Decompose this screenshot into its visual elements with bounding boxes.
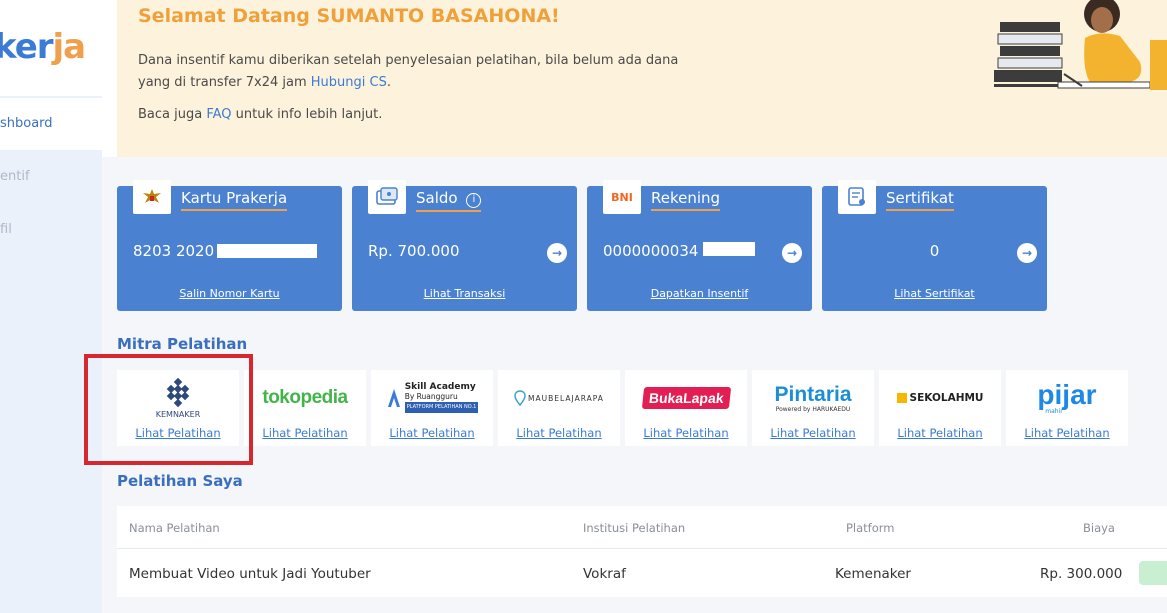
table-divider [117, 548, 1167, 549]
faq-text: Baca juga FAQ untuk info lebih lanjut. [138, 107, 382, 122]
faq-link[interactable]: FAQ [206, 107, 231, 122]
lihat-pelatihan-link[interactable]: Lihat Pelatihan [244, 426, 366, 440]
partner-sekolahmu[interactable]: SEKOLAHMU Lihat Pelatihan [879, 370, 1001, 446]
tokopedia-logo: tokopedia [244, 374, 366, 422]
arrow-right-icon[interactable]: → [1017, 243, 1037, 263]
sidebar-item-label: entif [0, 169, 30, 184]
lihat-pelatihan-link[interactable]: Lihat Pelatihan [879, 426, 1001, 440]
welcome-text: Dana insentif kamu diberikan setelah pen… [138, 50, 698, 94]
redaction-mask [217, 244, 317, 258]
cell-platform: Kemenaker [835, 566, 911, 582]
pintaria-logo: Pintaria Powered by HARUKAEDU [752, 374, 874, 422]
partner-name: tokopedia [262, 387, 348, 408]
maubelajarapa-logo: MAUBELAJARAPA [498, 374, 620, 422]
studying-illustration [994, 0, 1167, 90]
partner-bukalapak[interactable]: BukaLapak Lihat Pelatihan [625, 370, 747, 446]
sidebar-item-insentif[interactable]: entif [0, 151, 102, 203]
partner-tokopedia[interactable]: tokopedia Lihat Pelatihan [244, 370, 366, 446]
column-header-platform: Platform [846, 521, 895, 535]
welcome-text-line2: yang di transfer 7x24 jam [138, 75, 311, 90]
certificate-icon [838, 180, 876, 214]
card-title: Sertifikat [886, 189, 954, 211]
lihat-pelatihan-link[interactable]: Lihat Pelatihan [498, 426, 620, 440]
card-kartu-prakerja: Kartu Prakerja 8203 2020 45 Salin Nomor … [117, 180, 342, 311]
partner-skill-academy[interactable]: Skill Academy By Ruangguru PLATFORM PELA… [371, 370, 493, 446]
column-header-nama: Nama Pelatihan [129, 521, 220, 535]
partner-name: pijar [1037, 378, 1097, 410]
salin-nomor-kartu-link[interactable]: Salin Nomor Kartu [117, 287, 342, 300]
logo-text-accent: ja [52, 27, 87, 67]
partner-name: BukaLapak [641, 387, 731, 409]
lihat-pelatihan-link[interactable]: Lihat Pelatihan [625, 426, 747, 440]
card-title: Rekening [651, 189, 721, 211]
faq-text-pre: Baca juga [138, 107, 207, 122]
partner-sub: By Ruangguru [404, 392, 458, 401]
card-sertifikat: Sertifikat 0 → Lihat Sertifikat [822, 180, 1047, 311]
faq-text-post: untuk info lebih lanjut. [231, 107, 383, 122]
logo-text: ker [0, 27, 54, 67]
partner-name: SEKOLAHMU [909, 392, 984, 404]
welcome-title: Selamat Datang SUMANTO BASAHONA! [138, 5, 560, 27]
welcome-text-period: . [386, 75, 391, 90]
partner-name: Skill Academy [404, 382, 476, 392]
lihat-pelatihan-link[interactable]: Lihat Pelatihan [371, 426, 493, 440]
pelatihan-table: Nama Pelatihan Institusi Pelatihan Platf… [117, 506, 1167, 597]
partner-tag: PLATFORM PELATIHAN NO.1 [404, 402, 479, 413]
partner-name: Pintaria [774, 382, 852, 406]
logo-area: kerja [0, 0, 102, 96]
column-header-biaya: Biaya [1083, 521, 1115, 535]
cell-biaya: Rp. 300.000 [1040, 566, 1123, 582]
prakerja-logo[interactable]: kerja [0, 27, 87, 67]
card-title-text: Saldo [416, 189, 458, 207]
sekolahmu-icon [896, 393, 907, 403]
pijar-logo: pijar mahir [1006, 374, 1128, 422]
sidebar-item-label: fil [0, 222, 12, 237]
map-pin-icon [514, 390, 526, 406]
lihat-sertifikat-link[interactable]: Lihat Sertifikat [822, 287, 1047, 300]
cell-nama: Membuat Video untuk Jadi Youtuber [129, 566, 371, 582]
sidebar-item-profil[interactable]: fil [0, 204, 102, 256]
skill-academy-icon [387, 389, 400, 407]
dapatkan-insentif-link[interactable]: Dapatkan Insentif [587, 287, 812, 300]
info-icon[interactable]: i [466, 193, 482, 208]
bni-icon-text: BNI [611, 190, 633, 204]
sidebar-item-label: shboard [0, 116, 53, 131]
card-title: Saldo i [416, 189, 482, 212]
wallet-icon [368, 180, 406, 214]
highlight-box [84, 354, 253, 465]
status-badge[interactable] [1139, 561, 1167, 585]
partner-name: MAUBELAJARAPA [528, 393, 604, 403]
cell-institusi: Vokraf [583, 566, 626, 582]
welcome-text-line1: Dana insentif kamu diberikan setelah pen… [138, 53, 679, 68]
partner-sub: mahir [1045, 407, 1063, 415]
saldo-value: Rp. 700.000 [368, 242, 460, 260]
bukalapak-logo: BukaLapak [625, 374, 747, 422]
rekening-number: 0000000034 [603, 242, 699, 260]
partner-pijar[interactable]: pijar mahir Lihat Pelatihan [1006, 370, 1128, 446]
card-title: Kartu Prakerja [181, 189, 288, 211]
pelatihan-saya-title: Pelatihan Saya [117, 472, 243, 490]
partner-sub: Powered by HARUKAEDU [775, 405, 851, 413]
garuda-icon [133, 180, 171, 214]
partner-maubelajarapa[interactable]: MAUBELAJARAPA Lihat Pelatihan [498, 370, 620, 446]
arrow-right-icon[interactable]: → [782, 243, 802, 263]
lihat-pelatihan-link[interactable]: Lihat Pelatihan [752, 426, 874, 440]
skill-academy-logo: Skill Academy By Ruangguru PLATFORM PELA… [371, 374, 493, 422]
mitra-pelatihan-title: Mitra Pelatihan [117, 335, 248, 353]
hubungi-cs-link[interactable]: Hubungi CS [311, 75, 387, 90]
column-header-institusi: Institusi Pelatihan [583, 521, 686, 535]
lihat-pelatihan-link[interactable]: Lihat Pelatihan [1006, 426, 1128, 440]
sidebar-item-dashboard[interactable]: shboard [0, 98, 102, 150]
bni-icon: BNI [603, 180, 641, 214]
sekolahmu-logo: SEKOLAHMU [879, 374, 1001, 422]
card-rekening: BNI Rekening 0000000034 → Dapatkan Insen… [587, 180, 812, 311]
arrow-right-icon[interactable]: → [547, 243, 567, 263]
partner-pintaria[interactable]: Pintaria Powered by HARUKAEDU Lihat Pela… [752, 370, 874, 446]
redaction-mask [703, 242, 755, 256]
sidebar: kerja shboard entif fil [0, 0, 102, 613]
sertifikat-count: 0 [929, 242, 940, 260]
lihat-transaksi-link[interactable]: Lihat Transaksi [352, 287, 577, 300]
card-saldo: Saldo i Rp. 700.000 → Lihat Transaksi [352, 180, 577, 311]
